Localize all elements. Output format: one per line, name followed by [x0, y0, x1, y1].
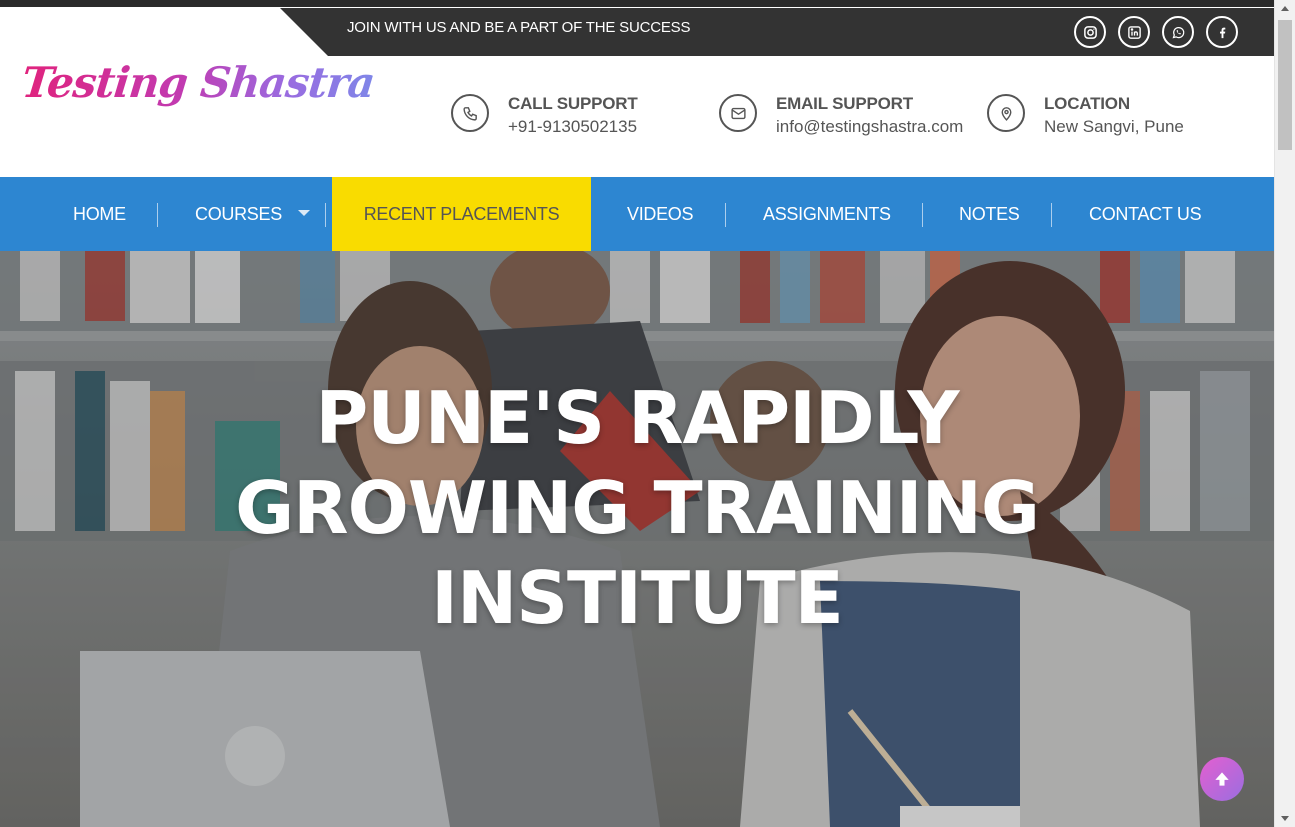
arrow-up-icon: [1215, 772, 1229, 786]
social-links: [1074, 16, 1238, 48]
nav-divider: [325, 203, 326, 227]
chevron-down-icon: [297, 210, 310, 216]
top-bar-tagline: JOIN WITH US AND BE A PART OF THE SUCCES…: [347, 19, 691, 36]
scroll-down-arrow-icon[interactable]: [1281, 816, 1289, 821]
scrollbar-thumb[interactable]: [1278, 20, 1292, 150]
map-pin-icon: [987, 94, 1025, 132]
scroll-up-arrow-icon[interactable]: [1281, 6, 1289, 11]
phone-icon: [451, 94, 489, 132]
nav-divider: [1051, 203, 1052, 227]
nav-divider: [725, 203, 726, 227]
logo-text: Testing Shastra: [19, 58, 377, 107]
linkedin-icon[interactable]: [1118, 16, 1150, 48]
contact-email-support: EMAIL SUPPORT info@testingshastra.com: [719, 94, 963, 140]
instagram-icon[interactable]: [1074, 16, 1106, 48]
nav-assignments[interactable]: ASSIGNMENTS: [763, 177, 891, 251]
call-support-title: CALL SUPPORT: [508, 94, 638, 113]
nav-notes[interactable]: NOTES: [959, 177, 1020, 251]
main-nav: HOME COURSES RECENT PLACEMENTS VIDEOS AS…: [0, 177, 1274, 251]
nav-courses-label: COURSES: [195, 203, 282, 224]
whatsapp-icon[interactable]: [1162, 16, 1194, 48]
email-support-title: EMAIL SUPPORT: [776, 94, 913, 113]
location-title: LOCATION: [1044, 94, 1130, 113]
envelope-icon: [719, 94, 757, 132]
contact-call-support: CALL SUPPORT +91-9130502135: [451, 94, 638, 140]
location-value: New Sangvi, Pune: [1044, 117, 1184, 136]
nav-divider: [157, 203, 158, 227]
nav-divider: [922, 203, 923, 227]
contact-location: LOCATION New Sangvi, Pune: [987, 94, 1184, 140]
email-support-address[interactable]: info@testingshastra.com: [776, 114, 963, 140]
logo[interactable]: Testing Shastra: [19, 56, 376, 134]
nav-courses[interactable]: COURSES: [195, 177, 310, 251]
vertical-scrollbar[interactable]: [1274, 0, 1295, 827]
hero-headline-line1: PUNE'S RAPIDLY: [315, 376, 960, 460]
nav-contact-us[interactable]: CONTACT US: [1089, 177, 1202, 251]
nav-home[interactable]: HOME: [73, 177, 126, 251]
hero-banner: PUNE'S RAPIDLY GROWING TRAINING INSTITUT…: [0, 251, 1274, 827]
nav-recent-placements[interactable]: RECENT PLACEMENTS: [332, 177, 591, 251]
hero-headline-line3: INSTITUTE: [431, 556, 844, 640]
hero-headline-line2: GROWING TRAINING: [235, 466, 1040, 550]
top-border: [0, 0, 1274, 7]
page: JOIN WITH US AND BE A PART OF THE SUCCES…: [0, 0, 1274, 827]
nav-videos[interactable]: VIDEOS: [627, 177, 694, 251]
call-support-number[interactable]: +91-9130502135: [508, 114, 638, 140]
hero-headline: PUNE'S RAPIDLY GROWING TRAINING INSTITUT…: [0, 373, 1274, 643]
scroll-to-top-button[interactable]: [1200, 757, 1244, 801]
facebook-icon[interactable]: [1206, 16, 1238, 48]
